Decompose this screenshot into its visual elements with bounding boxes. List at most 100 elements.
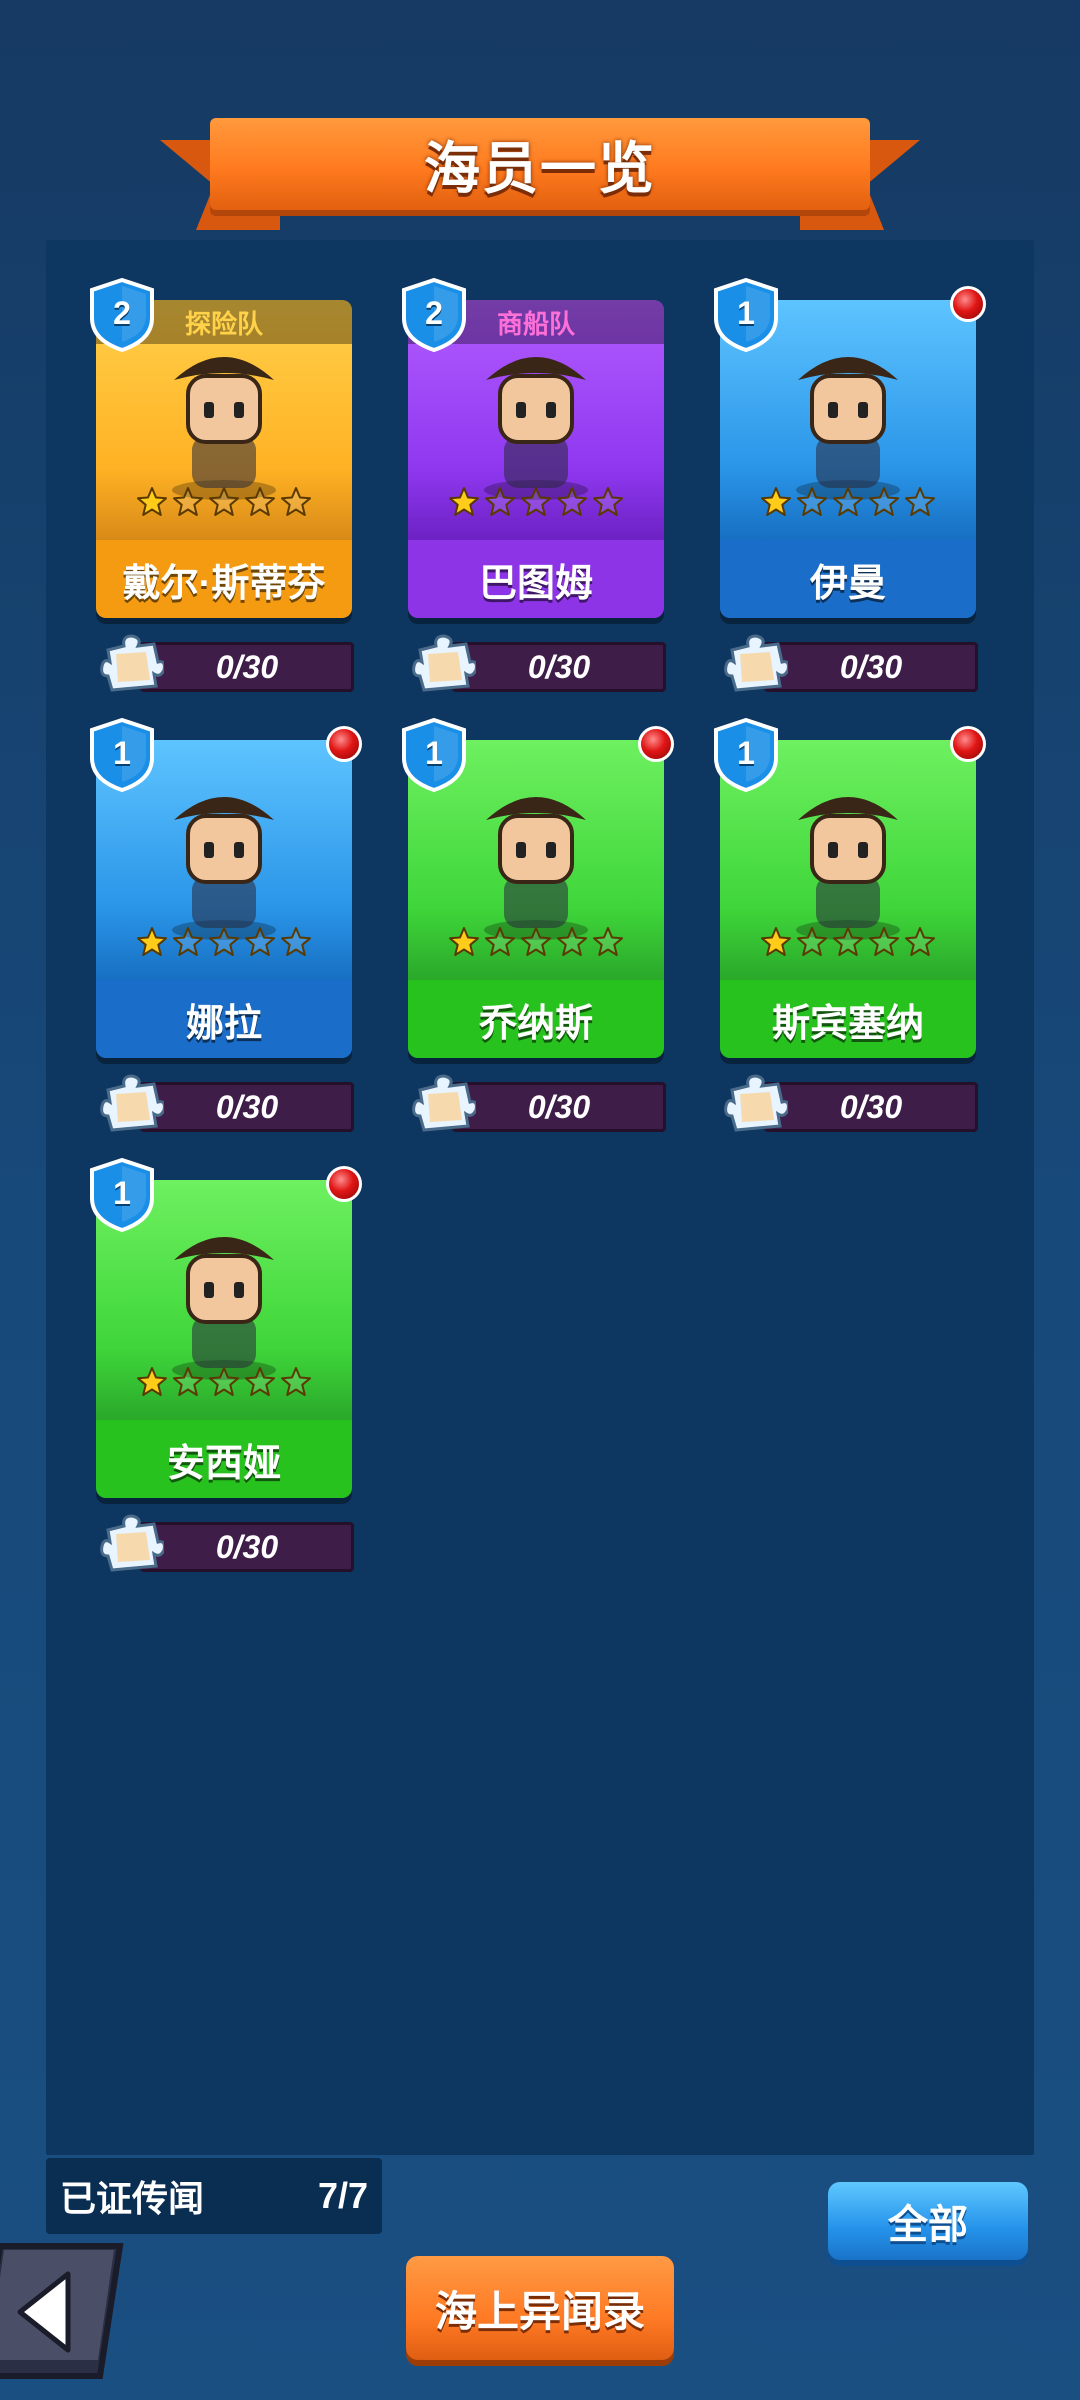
star-icon — [137, 927, 167, 956]
shard-progress: 0/30 — [724, 632, 978, 692]
star-icon — [209, 1367, 239, 1396]
star-icon — [521, 927, 551, 956]
shard-progress: 0/30 — [412, 632, 666, 692]
star-icon — [209, 927, 239, 956]
star-icon — [449, 487, 479, 516]
level-number: 1 — [425, 734, 443, 771]
star-icon — [449, 927, 479, 956]
level-badge: 1 — [88, 1158, 156, 1232]
star-icon — [137, 1367, 167, 1396]
star-rating — [720, 926, 976, 962]
star-icon — [557, 927, 587, 956]
puzzle-piece-icon — [100, 1514, 164, 1572]
star-icon — [593, 927, 623, 956]
title-banner: 海员一览 — [160, 112, 920, 230]
star-icon — [593, 487, 623, 516]
progress-text: 0/30 — [140, 1522, 354, 1572]
crew-name: 斯宾塞纳 — [720, 980, 976, 1058]
back-arrow-icon — [0, 2243, 124, 2379]
level-badge: 2 — [400, 278, 468, 352]
verified-value: 7/7 — [317, 2175, 368, 2216]
crew-portrait-icon — [172, 1237, 276, 1380]
crew-portrait-icon — [484, 357, 588, 500]
star-icon — [209, 487, 239, 516]
star-icon — [281, 487, 311, 516]
star-icon — [173, 927, 203, 956]
star-icon — [137, 487, 167, 516]
verified-label: 已证传闻 — [60, 2178, 205, 2219]
puzzle-piece-icon — [100, 1074, 164, 1132]
level-number: 1 — [113, 734, 131, 771]
star-rating — [720, 486, 976, 522]
star-icon — [485, 487, 515, 516]
all-button[interactable]: 全部 — [828, 2182, 1028, 2260]
shard-progress: 0/30 — [100, 632, 354, 692]
star-icon — [557, 487, 587, 516]
star-icon — [245, 487, 275, 516]
star-icon — [173, 1367, 203, 1396]
star-icon — [905, 927, 935, 956]
crew-portrait-icon — [796, 797, 900, 940]
puzzle-piece-icon — [724, 1074, 788, 1132]
crew-name: 巴图姆 — [408, 540, 664, 618]
level-badge: 1 — [712, 718, 780, 792]
star-icon — [797, 927, 827, 956]
star-icon — [869, 927, 899, 956]
notification-dot-icon — [326, 1166, 362, 1202]
progress-text: 0/30 — [140, 642, 354, 692]
star-icon — [797, 487, 827, 516]
star-icon — [281, 927, 311, 956]
ribbon: 海员一览 — [210, 118, 870, 210]
level-number: 2 — [113, 294, 131, 331]
star-icon — [521, 487, 551, 516]
shard-progress: 0/30 — [724, 1072, 978, 1132]
level-badge: 1 — [88, 718, 156, 792]
progress-text: 0/30 — [140, 1082, 354, 1132]
crew-portrait-icon — [172, 357, 276, 500]
notification-dot-icon — [950, 726, 986, 762]
level-number: 1 — [737, 734, 755, 771]
puzzle-piece-icon — [412, 634, 476, 692]
progress-text: 0/30 — [452, 1082, 666, 1132]
star-icon — [245, 1367, 275, 1396]
crew-portrait-icon — [172, 797, 276, 940]
star-icon — [761, 927, 791, 956]
shard-progress: 0/30 — [100, 1512, 354, 1572]
progress-text: 0/30 — [764, 642, 978, 692]
crew-name: 乔纳斯 — [408, 980, 664, 1058]
star-rating — [96, 486, 352, 522]
level-badge: 2 — [88, 278, 156, 352]
puzzle-piece-icon — [412, 1074, 476, 1132]
level-badge: 1 — [712, 278, 780, 352]
level-number: 1 — [113, 1174, 131, 1211]
shard-progress: 0/30 — [412, 1072, 666, 1132]
star-icon — [173, 487, 203, 516]
star-rating — [96, 926, 352, 962]
notification-dot-icon — [326, 726, 362, 762]
crew-portrait-icon — [484, 797, 588, 940]
star-icon — [869, 487, 899, 516]
star-icon — [245, 927, 275, 956]
star-icon — [833, 487, 863, 516]
crew-name: 戴尔·斯蒂芬 — [96, 540, 352, 618]
star-icon — [485, 927, 515, 956]
shard-progress: 0/30 — [100, 1072, 354, 1132]
star-icon — [905, 487, 935, 516]
crew-portrait-icon — [796, 357, 900, 500]
level-number: 2 — [425, 294, 443, 331]
crew-name: 安西娅 — [96, 1420, 352, 1498]
notification-dot-icon — [638, 726, 674, 762]
page-title: 海员一览 — [424, 136, 656, 200]
crew-panel: 探险队 戴尔·斯蒂芬 2 0/30 商船队 巴图姆 2 0/30 伊曼 1 0/30 娜拉 1 0/30 乔… — [46, 240, 1034, 2155]
progress-text: 0/30 — [452, 642, 666, 692]
progress-text: 0/30 — [764, 1082, 978, 1132]
star-rating — [408, 926, 664, 962]
sea-legends-button[interactable]: 海上异闻录 — [406, 2256, 674, 2360]
verified-rumors: 已证传闻 7/7 — [46, 2158, 382, 2234]
star-rating — [408, 486, 664, 522]
star-icon — [761, 487, 791, 516]
notification-dot-icon — [950, 286, 986, 322]
back-button[interactable] — [0, 2236, 140, 2386]
level-badge: 1 — [400, 718, 468, 792]
crew-name: 娜拉 — [96, 980, 352, 1058]
